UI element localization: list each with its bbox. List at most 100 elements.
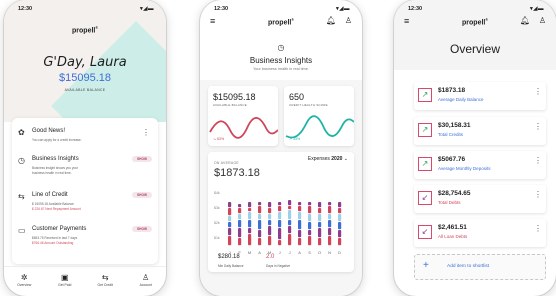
card-value: $30,158.31 [438, 122, 471, 129]
bar-segment [328, 228, 332, 236]
bar-segment [258, 206, 262, 214]
overview-card-average-monthly-deposits[interactable]: ↗ $5067.76 Average Monthly Deposits ⋮ [414, 151, 546, 179]
bar-segment [298, 202, 302, 206]
tab-account[interactable]: ♙ Account [130, 273, 162, 287]
show-button[interactable]: SHOW [132, 156, 152, 162]
list-item-line-of-credit[interactable]: ⇆ Line of Credit $ 15095.18 Available Ba… [18, 192, 152, 218]
bar-segment [328, 220, 332, 228]
bar-segment [288, 226, 292, 234]
bar-segment [228, 216, 232, 222]
asterisk-icon: ✲ [20, 273, 28, 282]
bar-segment [268, 236, 272, 246]
bar-segment [228, 228, 232, 236]
expenses-footer: $280.18 Min Daily Balance 2.0 Days in Ne… [218, 254, 352, 274]
available-balance: $15095.18 [59, 72, 111, 84]
user-icon[interactable]: ♙ [539, 16, 546, 25]
show-button[interactable]: SHOW [132, 226, 152, 232]
bar-segment [238, 214, 242, 220]
tab-get-paid[interactable]: ▣ Get Paid [49, 273, 81, 287]
bar-segment [278, 212, 282, 220]
card-value: $2,461.51 [438, 224, 467, 231]
transfer-icon: ⇆ [101, 273, 109, 282]
min-daily-balance-label: Min Daily Balance [218, 264, 244, 268]
bar-segment [328, 206, 332, 214]
user-icon[interactable]: ♙ [345, 16, 352, 25]
more-options-icon[interactable]: ⋮ [534, 87, 542, 96]
bar-segment [248, 208, 252, 212]
more-options-icon[interactable]: ⋮ [534, 156, 542, 165]
list-item-customer-payments[interactable]: ▭ Customer Payments $653.75 Received in … [18, 226, 152, 252]
bar-segment [298, 220, 302, 230]
bar-segment [338, 214, 342, 222]
bell-icon[interactable]: 🔔︎ [520, 16, 530, 25]
average-label: ON AVERAGE [214, 161, 239, 165]
bar-segment [308, 206, 312, 214]
more-options-icon[interactable]: ⋮ [534, 190, 542, 199]
more-options-icon[interactable]: ⋮ [534, 122, 542, 131]
card-label: AVAILABLE BALANCE [213, 103, 247, 107]
change-indicator: ↗ 33% [289, 137, 301, 141]
more-options-icon[interactable]: ⋮ [534, 224, 542, 233]
item-desc-alert: $ 226.67 Next Repayment Amount [32, 206, 81, 211]
tab-label: Get Paid [58, 283, 72, 287]
bar-segment [318, 202, 322, 208]
credit-score-card[interactable]: 650 CREDIT HEALTH SCORE ↗ 33% [284, 86, 354, 146]
card-label: CREDIT HEALTH SCORE [289, 103, 328, 107]
phone-screen-overview: 12:30 ▾◢▬ propell® G'Day, Laura $15095.1… [4, 0, 166, 296]
bar-segment [238, 238, 242, 246]
bar-segment [338, 208, 342, 214]
card-label: Average Monthly Deposits [438, 166, 491, 171]
bar-segment [328, 214, 332, 220]
signal-battery-icon: ▾◢▬ [140, 5, 154, 12]
bar-segment [298, 230, 302, 238]
bar-segment [298, 238, 302, 246]
card-value: $5067.76 [438, 156, 466, 163]
bar-segment [268, 226, 272, 236]
add-shortlist-button[interactable]: + Add item to shortlist [414, 254, 546, 280]
gauge-icon: ◷ [18, 156, 25, 165]
signal-battery-icon: ▾◢▬ [530, 5, 544, 12]
bottom-tab-bar: ✲ Overview ▣ Get Paid ⇆ Get Credit ♙ Acc… [4, 266, 166, 296]
bar-segment [288, 210, 292, 220]
phone-screen-overview-list: 12:30 ▾◢▬ ≡ propell® 🔔︎ ♙ Overview ↗ $18… [394, 0, 556, 296]
item-desc: business health in real time. [32, 170, 72, 175]
gauge-icon: ◷ [277, 43, 285, 52]
trend-down-icon: ↙ [418, 191, 432, 205]
bar-segment [318, 238, 322, 246]
bar-segment [258, 238, 262, 246]
available-balance-card[interactable]: $15095.18 AVAILABLE BALANCE ↘ 63% [208, 86, 278, 146]
overview-card-average-daily-balance[interactable]: ↗ $1873.18 Average Daily Balance ⋮ [414, 82, 546, 110]
app-logo: propell® [72, 26, 98, 35]
list-item-business-insights[interactable]: ◷ Business Insights Business insight sho… [18, 156, 152, 182]
bar-segment [268, 214, 272, 220]
overview-card-total-credits[interactable]: ↗ $30,158.31 Total Credits ⋮ [414, 117, 546, 145]
tab-label: Account [139, 283, 152, 287]
status-bar: 12:30 ▾◢▬ [4, 0, 166, 14]
more-options-icon[interactable]: ⋮ [142, 128, 150, 137]
status-time: 12:30 [214, 5, 229, 12]
min-daily-balance-value: $280.18 [218, 254, 240, 260]
bar-segment [288, 206, 292, 210]
list-item-good-news[interactable]: ✿ Good News! You can apply for a credit … [18, 128, 152, 150]
trend-down-icon: ↙ [418, 225, 432, 239]
bar-segment [228, 202, 232, 208]
signal-battery-icon: ▾◢▬ [336, 5, 350, 12]
bar-segment [278, 206, 282, 212]
show-button[interactable]: SHOW [132, 192, 152, 198]
page-title: Overview [449, 42, 500, 56]
bar-segment [308, 230, 312, 236]
tab-label: Overview [17, 283, 32, 287]
overview-card-all-loan-debts[interactable]: ↙ $2,461.51 All Loan Debts ⋮ [414, 219, 546, 247]
days-negative-value: 2.0 [266, 254, 275, 260]
bar-segment [258, 220, 262, 230]
page-title: Business Insights [249, 56, 313, 65]
tab-get-credit[interactable]: ⇆ Get Credit [89, 273, 121, 287]
overview-card-total-debts[interactable]: ↙ $28,754.65 Total Debts ⋮ [414, 185, 546, 213]
tab-overview[interactable]: ✲ Overview [8, 273, 40, 287]
bar-segment [308, 214, 312, 222]
bar-segment [318, 214, 322, 222]
bar-segment [248, 212, 252, 220]
bar-segment [278, 202, 282, 206]
expenses-year-selector[interactable]: Expenses 2020 ⌄ [308, 156, 348, 162]
bell-icon[interactable]: 🔔︎ [326, 16, 336, 25]
